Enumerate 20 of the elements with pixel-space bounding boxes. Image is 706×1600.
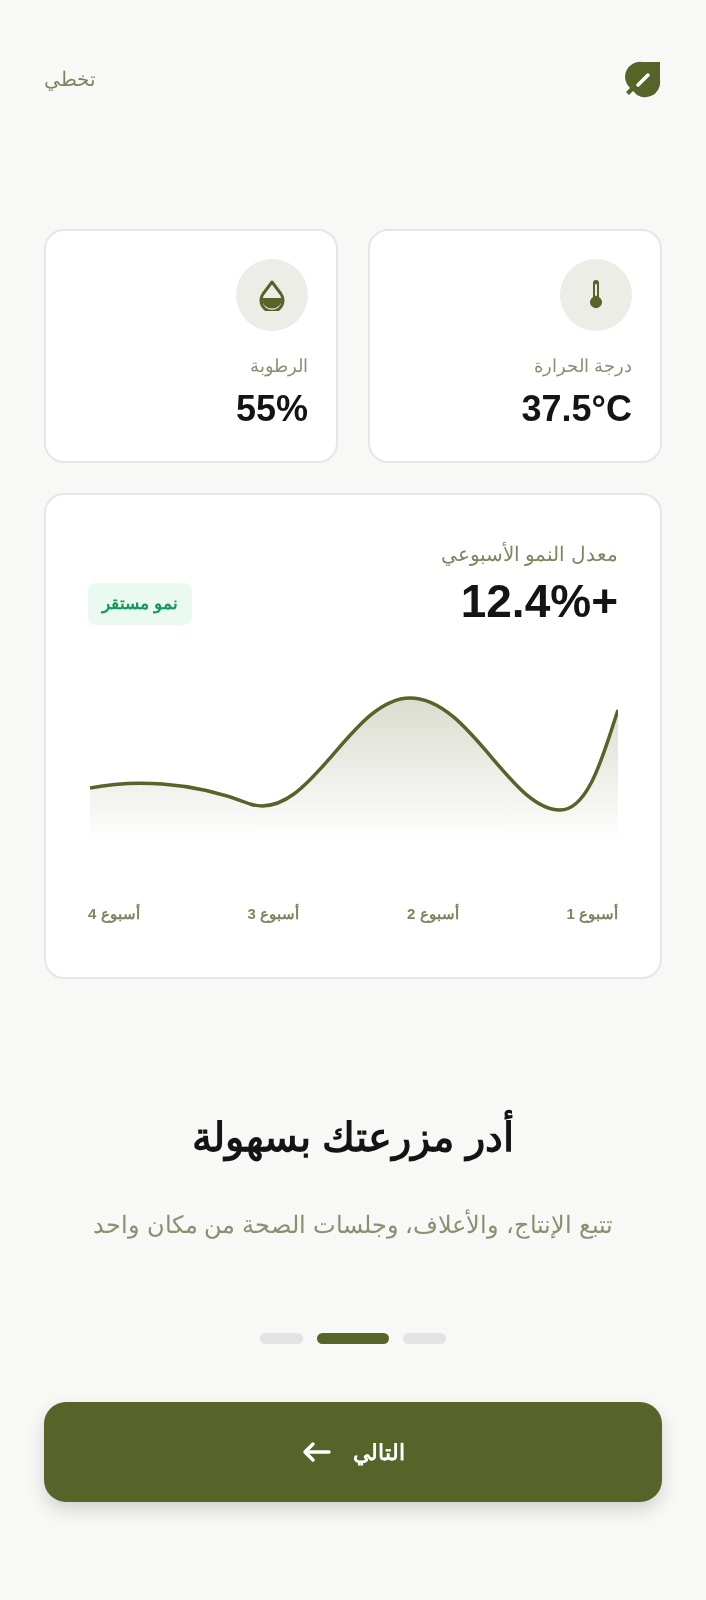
stat-value: 55% [235,387,308,431]
drop-icon [258,279,286,311]
arrow-left-icon [301,1441,331,1463]
stat-label: درجة الحرارة [534,355,632,379]
next-button[interactable]: التالي [44,1402,662,1502]
headline: أدر مزرعتك بسهولة [44,1107,662,1167]
week-label: أسبوع 1 [566,902,618,925]
leaf-icon [624,60,662,98]
week-label: أسبوع 2 [407,902,459,925]
stat-label: الرطوبة [250,355,308,379]
week-label: أسبوع 4 [88,902,140,925]
page-indicator[interactable] [317,1333,389,1344]
subtitle: تتبع الإنتاج، والأعلاف، وجلسات الصحة من مكان واحد [92,1208,614,1241]
thermometer-icon [588,280,604,310]
week-label: أسبوع 3 [247,902,300,925]
skip-button[interactable]: تخطي [44,64,96,94]
growth-value: 12.4%+ [460,574,618,629]
growth-title: معدل النمو الأسبوعي [440,541,618,568]
stat-value: 37.5°C [521,387,632,431]
status-badge: نمو مستقر [88,583,192,625]
